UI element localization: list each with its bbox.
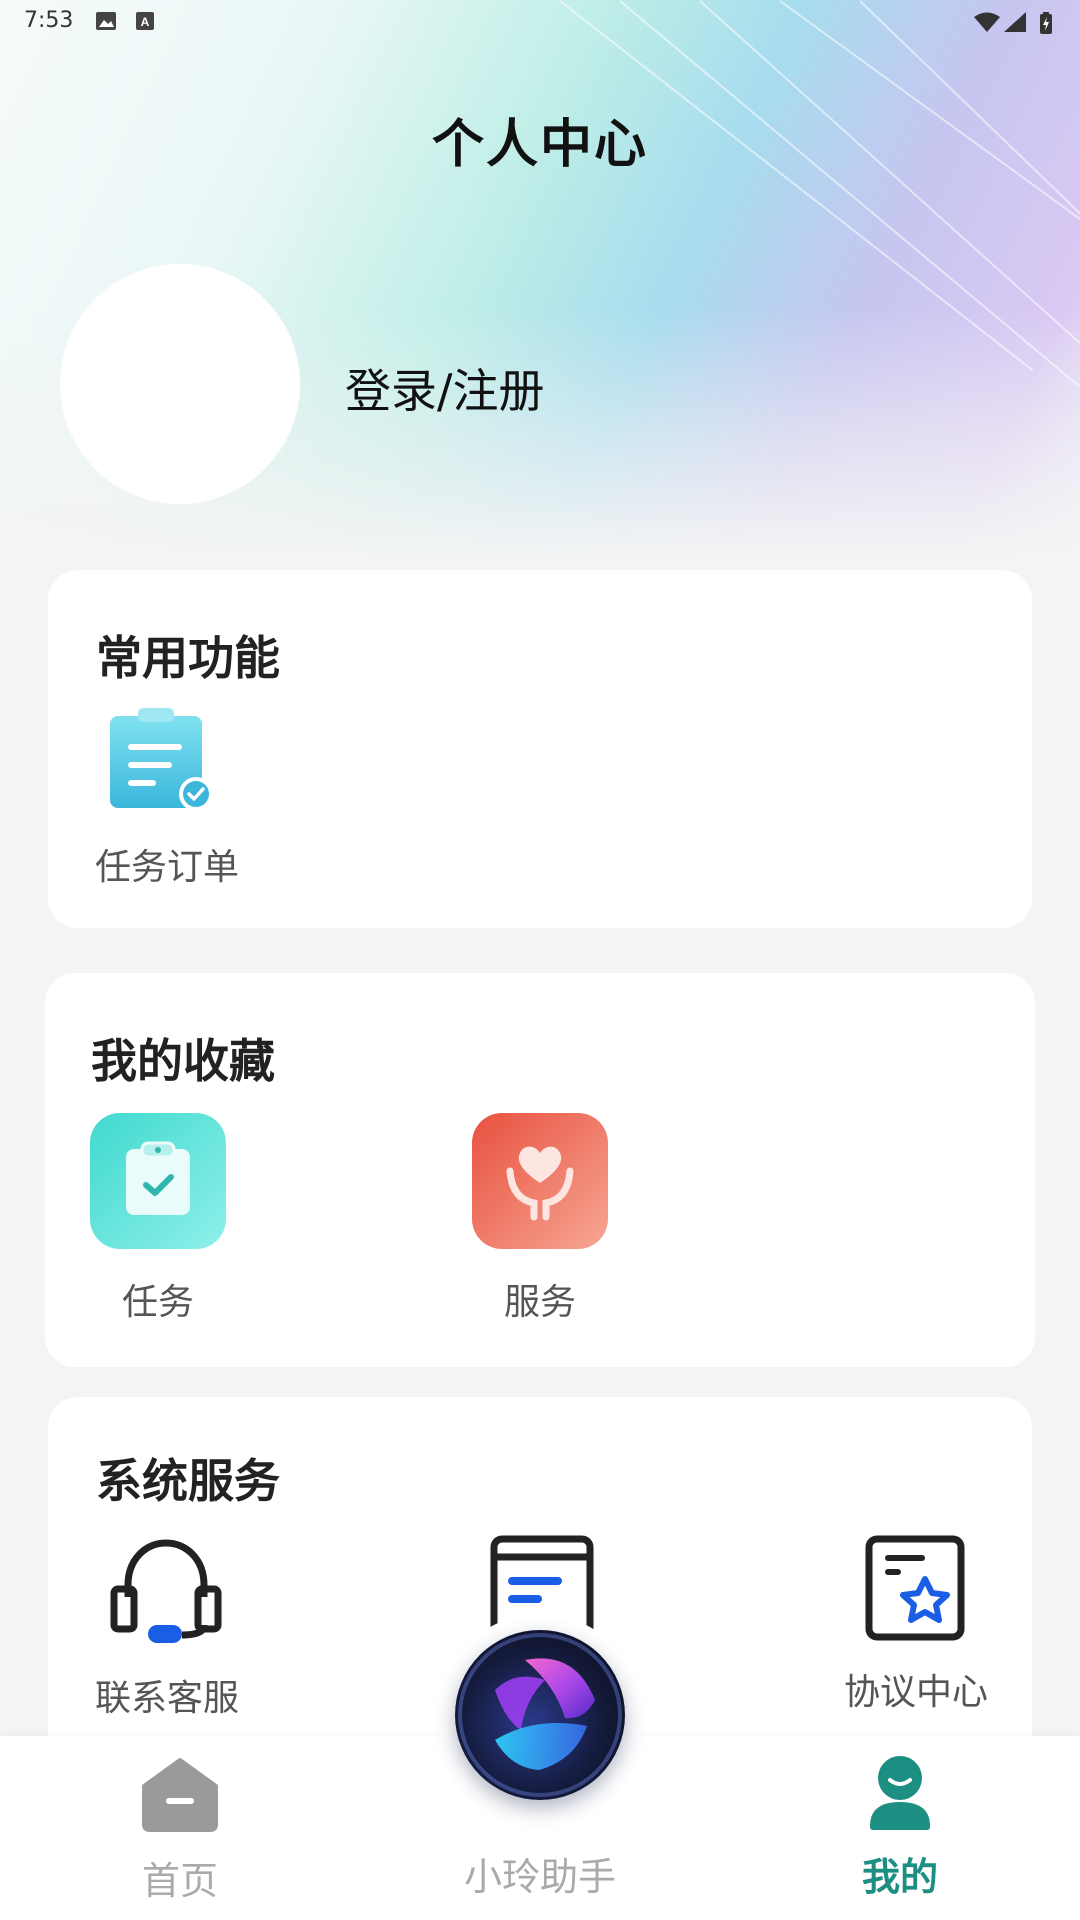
light-streak bbox=[619, 0, 1080, 388]
tab-assistant-label: 小玲助手 bbox=[463, 1855, 616, 1899]
page-title: 个人中心 bbox=[431, 115, 648, 175]
common-functions-card: 常用功能 任务订单 bbox=[48, 570, 1032, 928]
light-streak bbox=[699, 0, 1080, 377]
light-streak bbox=[559, 0, 1034, 372]
tab-home[interactable]: 首页 bbox=[110, 1756, 250, 1905]
task-order-icon bbox=[110, 708, 213, 811]
agreement-star-icon bbox=[865, 1535, 965, 1641]
favorite-service-label: 服务 bbox=[503, 1282, 576, 1323]
tab-home-label: 首页 bbox=[141, 1859, 218, 1903]
status-bar: 7:53 A bbox=[0, 0, 1080, 44]
assistant-orb-button[interactable] bbox=[455, 1630, 625, 1800]
favorite-task-label: 任务 bbox=[121, 1282, 194, 1323]
login-register-link[interactable]: 登录/注册 bbox=[345, 355, 545, 421]
avatar[interactable] bbox=[60, 264, 300, 504]
task-clipboard-icon bbox=[90, 1113, 226, 1249]
home-icon bbox=[142, 1758, 218, 1832]
system-services-title: 系统服务 bbox=[96, 1454, 280, 1508]
favorites-title: 我的收藏 bbox=[91, 1034, 275, 1088]
service-heart-icon bbox=[472, 1113, 608, 1249]
agreement-center-label: 协议中心 bbox=[843, 1672, 988, 1713]
headset-icon bbox=[110, 1539, 222, 1643]
task-order-item[interactable]: 任务订单 bbox=[92, 708, 242, 890]
assistant-orb-icon bbox=[458, 1633, 622, 1797]
contact-support-item[interactable]: 联系客服 bbox=[92, 1537, 242, 1721]
common-functions-title: 常用功能 bbox=[96, 631, 280, 685]
image-notification-icon bbox=[96, 12, 116, 30]
svg-text:A: A bbox=[141, 15, 150, 29]
agreement-center-item[interactable]: 协议中心 bbox=[841, 1535, 991, 1715]
task-order-label: 任务订单 bbox=[94, 847, 239, 888]
favorite-service-item[interactable]: 服务 bbox=[472, 1113, 608, 1325]
text-notification-icon: A bbox=[136, 12, 154, 30]
favorites-card: 我的收藏 任务 服务 bbox=[45, 973, 1035, 1367]
tab-mine[interactable]: 我的 bbox=[830, 1752, 970, 1901]
contact-support-label: 联系客服 bbox=[94, 1678, 239, 1719]
tab-assistant[interactable]: 小玲助手 bbox=[440, 1846, 640, 1901]
wifi-icon bbox=[974, 12, 1000, 32]
favorite-task-item[interactable]: 任务 bbox=[90, 1113, 226, 1325]
tab-mine-label: 我的 bbox=[861, 1855, 938, 1899]
signal-icon bbox=[1004, 12, 1026, 32]
status-time: 7:53 bbox=[24, 8, 74, 33]
battery-icon bbox=[1040, 12, 1052, 34]
profile-icon bbox=[870, 1756, 930, 1830]
